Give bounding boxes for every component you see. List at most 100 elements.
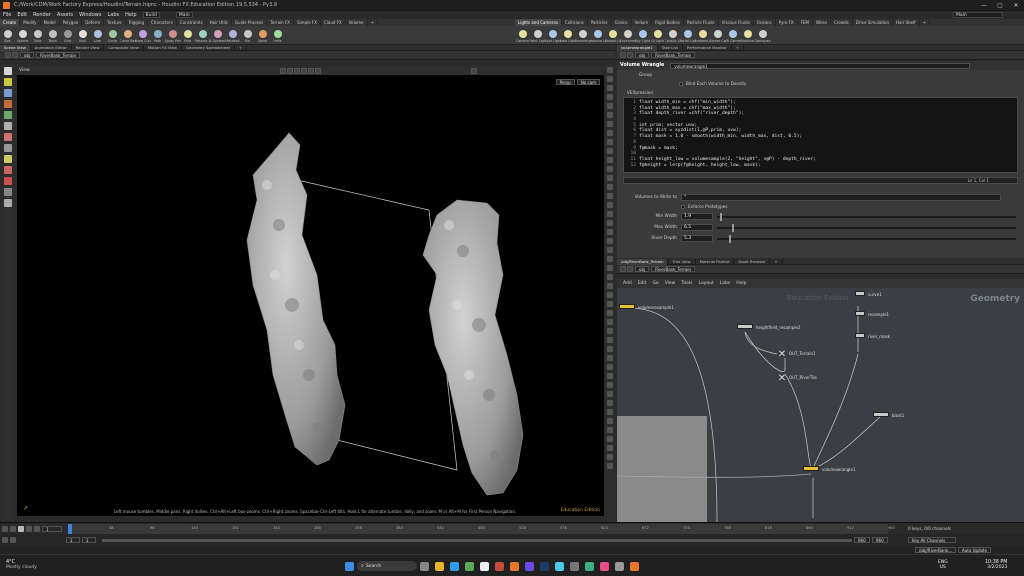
param-slider[interactable] [717, 212, 1016, 221]
app-icon[interactable] [525, 561, 534, 571]
network-node[interactable] [619, 304, 635, 309]
network-menu-item[interactable]: Add [623, 281, 632, 286]
range-icon[interactable] [10, 537, 16, 543]
shelf-tool[interactable]: Distant Light [605, 28, 621, 43]
shelf-tool[interactable]: Box [1, 28, 15, 43]
start-frame2-field[interactable]: 1 [82, 537, 96, 543]
shelf-tab[interactable]: Constraints [177, 19, 207, 26]
slider-knob[interactable] [731, 223, 734, 232]
slider-knob[interactable] [728, 234, 731, 243]
pose-tool-icon[interactable] [4, 122, 12, 130]
display-option-icon[interactable] [607, 283, 613, 289]
display-option-icon[interactable] [607, 211, 613, 217]
shelf-tab[interactable]: FEM [798, 19, 813, 26]
pane-tab[interactable]: Tree View [668, 258, 696, 265]
display-option-icon[interactable] [607, 337, 613, 343]
forward-arrow-icon[interactable] [12, 52, 18, 58]
display-option-icon[interactable] [607, 229, 613, 235]
back-arrow-icon[interactable] [620, 266, 626, 272]
view-tool-icon[interactable] [4, 155, 12, 163]
display-option-icon[interactable] [607, 220, 613, 226]
display-option-icon[interactable] [607, 454, 613, 460]
shelf-tab[interactable]: Characters [148, 19, 177, 26]
shelf-tab[interactable]: Terrain FX [267, 19, 295, 26]
close-button[interactable]: ✕ [1008, 0, 1024, 11]
persp-button[interactable]: Persp [555, 79, 575, 85]
pane-tab[interactable]: volumewrangle1 [617, 44, 658, 51]
network-menu-item[interactable]: View [665, 281, 676, 286]
shelf-tab[interactable]: Simple FX [294, 19, 321, 26]
shelf-tab[interactable]: Cloud FX [321, 19, 346, 26]
build-dropdown[interactable]: Build [142, 12, 160, 18]
app-icon[interactable] [495, 561, 504, 571]
shelf-tab[interactable]: Texture [104, 19, 126, 26]
shelf-tab[interactable]: Oceans [754, 19, 776, 26]
display-option-icon[interactable] [607, 139, 613, 145]
path-obj[interactable]: obj [20, 52, 35, 58]
shelf-tool[interactable]: Environment Light [620, 28, 636, 43]
display-option-icon[interactable] [607, 463, 613, 469]
display-option-icon[interactable] [607, 193, 613, 199]
shelf-tool[interactable]: Caustic Light [665, 28, 681, 43]
network-menu-item[interactable]: Labs [720, 281, 730, 286]
display-option-icon[interactable] [607, 427, 613, 433]
display-option-icon[interactable] [607, 175, 613, 181]
vex-code-editor[interactable]: 1 float width_min = chf("min_width"); 2 flo… [623, 97, 1018, 173]
handle-tool-icon[interactable] [4, 111, 12, 119]
display-option-icon[interactable] [607, 292, 613, 298]
network-menu-item[interactable]: Edit [638, 281, 647, 286]
display-option-icon[interactable] [607, 355, 613, 361]
shelf-tab[interactable]: Guide Process [232, 19, 268, 26]
pan-icon[interactable] [286, 67, 293, 74]
edge-icon[interactable] [450, 561, 459, 571]
shelf-tool[interactable]: Line [91, 28, 105, 43]
node-path-chip[interactable]: /obj/RiverBank... [915, 547, 957, 553]
shelf-tab[interactable]: Modify [20, 19, 41, 26]
shelf-tool[interactable]: Helix [271, 28, 285, 43]
shelf-tab[interactable]: Collisions [562, 19, 588, 26]
shelf-tab[interactable]: Wires [813, 19, 832, 26]
play-forward-icon[interactable] [26, 525, 32, 532]
display-option-icon[interactable] [607, 202, 613, 208]
shelf-tool[interactable]: Ambient Light [695, 28, 711, 43]
app-icon[interactable] [600, 561, 609, 571]
weather-widget[interactable]: 4°C Mostly cloudy [6, 559, 37, 570]
clock[interactable]: 10:38 PM 3/2/2023 [985, 560, 1007, 570]
minimize-button[interactable]: — [976, 0, 992, 11]
display-option-icon[interactable] [607, 319, 613, 325]
tumble-icon[interactable] [279, 67, 286, 74]
network-node[interactable] [737, 324, 753, 329]
path-node[interactable]: RiverBank_Terrain [36, 52, 81, 58]
display-option-icon[interactable] [607, 346, 613, 352]
volumes-field[interactable]: * [681, 194, 1001, 201]
select-tool-icon[interactable] [4, 67, 12, 75]
pane-tab[interactable]: Scene View [0, 44, 31, 51]
display-option-icon[interactable] [607, 274, 613, 280]
shelf-tool[interactable]: Spot Light [545, 28, 561, 43]
display-option-icon[interactable] [607, 112, 613, 118]
node-x-icon[interactable]: ✕ [777, 374, 787, 384]
stop-icon[interactable] [18, 525, 24, 532]
shelf-tool[interactable]: Gamepad Camera [755, 28, 771, 43]
shelf-tab[interactable]: Rigid Bodies [652, 19, 684, 26]
network-menu-item[interactable]: Go [652, 281, 658, 286]
shelf-tool[interactable]: Curve Bezier [120, 28, 136, 43]
display-option-icon[interactable] [607, 67, 613, 73]
display-option-icon[interactable] [607, 103, 613, 109]
rotate-tool-icon[interactable] [4, 89, 12, 97]
display-option-icon[interactable] [607, 256, 613, 262]
start-frame-field[interactable]: 1 [66, 537, 80, 543]
shelf-tab[interactable]: Lights and Cameras [515, 19, 562, 26]
scale-tool-icon[interactable] [4, 100, 12, 108]
enforce-checkbox[interactable] [681, 204, 685, 209]
maximize-button[interactable]: ▢ [992, 0, 1008, 11]
menu-labs[interactable]: Labs [104, 11, 122, 19]
shelf-tab[interactable]: Vellum [632, 19, 653, 26]
forward-arrow-icon[interactable] [627, 52, 633, 58]
display-option-icon[interactable] [607, 94, 613, 100]
shelf-tool[interactable]: Switcher [740, 28, 755, 43]
network-menu-item[interactable]: Tools [681, 281, 692, 286]
display-option-icon[interactable] [607, 265, 613, 271]
app-icon[interactable] [615, 561, 624, 571]
shelf-tab[interactable]: Deform [82, 19, 105, 26]
